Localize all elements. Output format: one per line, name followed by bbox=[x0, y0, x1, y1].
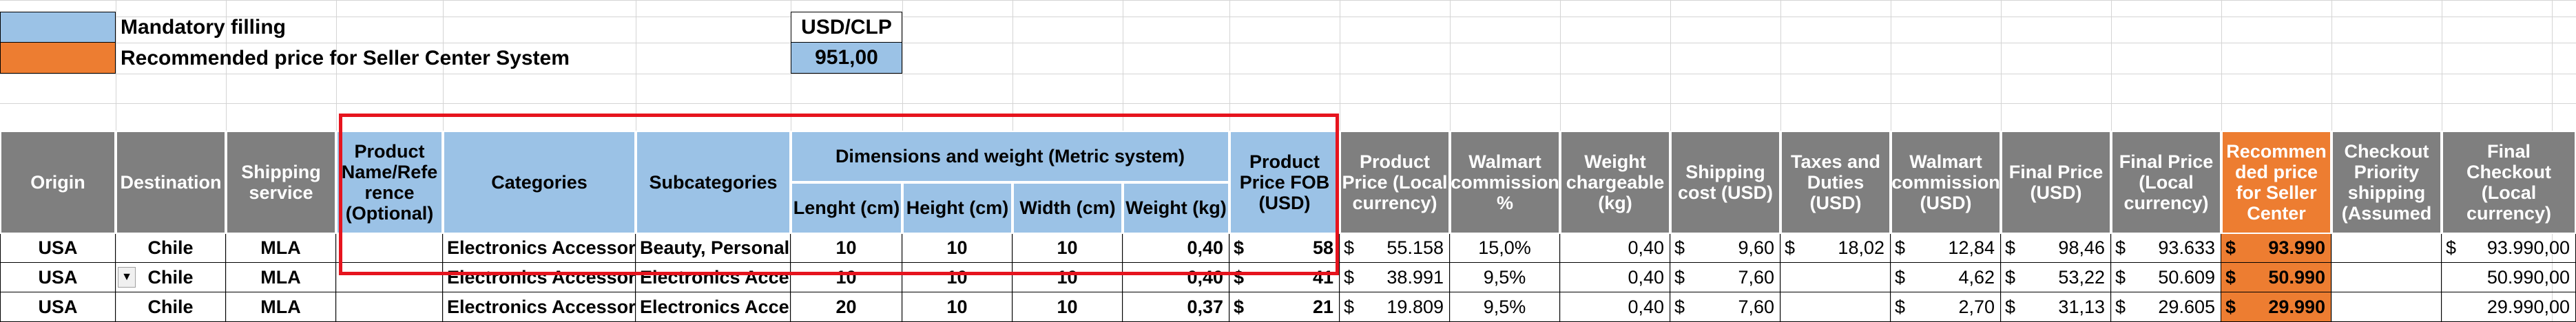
cell-category[interactable]: Electronics Accessories bbox=[443, 234, 636, 263]
header-width[interactable]: Width (cm) bbox=[1012, 182, 1123, 234]
cell-price-fob[interactable]: $58 bbox=[1229, 234, 1340, 263]
cell-commission-usd[interactable]: $4,62 bbox=[1891, 263, 2001, 292]
cell-height[interactable]: 10 bbox=[902, 263, 1012, 292]
cell-final-checkout[interactable]: 29.990,00 bbox=[2442, 292, 2576, 322]
header-destination[interactable]: Destination bbox=[116, 131, 226, 234]
header-height[interactable]: Height (cm) bbox=[902, 182, 1012, 234]
cell-shipping-cost[interactable]: $7,60 bbox=[1670, 292, 1780, 322]
cell-subcategory[interactable]: Electronics Accesso bbox=[636, 263, 791, 292]
rate-value[interactable]: 951,00 bbox=[791, 43, 902, 74]
legend-mandatory-label: Mandatory filling bbox=[121, 16, 286, 39]
cell-final-checkout[interactable]: $93.990,00 bbox=[2442, 234, 2576, 263]
cell-price-local[interactable]: $19.809 bbox=[1340, 292, 1450, 322]
cell-product-name[interactable] bbox=[336, 292, 443, 322]
cell-height[interactable]: 10 bbox=[902, 292, 1012, 322]
cell-recommended[interactable]: $93.990 bbox=[2221, 234, 2331, 263]
cell-width[interactable]: 10 bbox=[1012, 234, 1123, 263]
cell-length[interactable]: 10 bbox=[791, 263, 902, 292]
rate-label: USD/CLP bbox=[791, 12, 902, 43]
header-checkout-priority[interactable]: Checkout Priority shipping (Assumed bbox=[2331, 131, 2442, 234]
header-weight-chargeable[interactable]: Weight chargeable (kg) bbox=[1560, 131, 1670, 234]
cell-service[interactable]: MLA bbox=[226, 234, 336, 263]
header-recommended-price[interactable]: Recommen ded price for Seller Center bbox=[2221, 131, 2331, 234]
cell-commission-pct[interactable]: 15,0% bbox=[1450, 234, 1560, 263]
cell-height[interactable]: 10 bbox=[902, 234, 1012, 263]
cell-checkout[interactable] bbox=[2331, 234, 2442, 263]
cell-width[interactable]: 10 bbox=[1012, 292, 1123, 322]
cell-service[interactable]: MLA bbox=[226, 292, 336, 322]
cell-shipping-cost[interactable]: $9,60 bbox=[1670, 234, 1780, 263]
cell-final-usd[interactable]: $53,22 bbox=[2001, 263, 2111, 292]
cell-width[interactable]: 10 bbox=[1012, 263, 1123, 292]
legend-mandatory-swatch bbox=[0, 12, 116, 43]
cell-product-name[interactable] bbox=[336, 263, 443, 292]
cell-destination[interactable]: Chile bbox=[116, 292, 226, 322]
cell-final-checkout[interactable]: 50.990,00 bbox=[2442, 263, 2576, 292]
cell-subcategory[interactable]: Beauty, Personal C bbox=[636, 234, 791, 263]
cell-weight[interactable]: 0,37 bbox=[1123, 292, 1229, 322]
cell-length[interactable]: 10 bbox=[791, 234, 902, 263]
legend-recommended-label: Recommended price for Seller Center Syst… bbox=[121, 47, 570, 69]
header-final-price-usd[interactable]: Final Price (USD) bbox=[2001, 131, 2111, 234]
cell-length[interactable]: 20 bbox=[791, 292, 902, 322]
cell-weight[interactable]: 0,40 bbox=[1123, 263, 1229, 292]
cell-origin[interactable]: USA bbox=[0, 234, 116, 263]
cell-commission-pct[interactable]: 9,5% bbox=[1450, 263, 1560, 292]
header-origin[interactable]: Origin bbox=[0, 131, 116, 234]
header-price-fob[interactable]: Product Price FOB (USD) bbox=[1229, 131, 1340, 234]
cell-category[interactable]: Electronics Accessories bbox=[443, 263, 636, 292]
cell-origin[interactable]: USA bbox=[0, 263, 116, 292]
cell-final-local[interactable]: $29.605 bbox=[2111, 292, 2221, 322]
table-body: USA Chile MLA Electronics Accessories Be… bbox=[0, 234, 2576, 322]
cell-destination[interactable]: Chile bbox=[116, 234, 226, 263]
cell-weight-chargeable[interactable]: 0,40 bbox=[1560, 234, 1670, 263]
header-final-checkout[interactable]: Final Checkout (Local currency) bbox=[2442, 131, 2576, 234]
cell-recommended[interactable]: $29.990 bbox=[2221, 292, 2331, 322]
cell-price-local[interactable]: $38.991 bbox=[1340, 263, 1450, 292]
cell-weight-chargeable[interactable]: 0,40 bbox=[1560, 263, 1670, 292]
header-dimensions-group[interactable]: Dimensions and weight (Metric system) bbox=[791, 131, 1229, 182]
cell-recommended[interactable]: $50.990 bbox=[2221, 263, 2331, 292]
cell-final-usd[interactable]: $31,13 bbox=[2001, 292, 2111, 322]
cell-subcategory[interactable]: Electronics Accesso bbox=[636, 292, 791, 322]
header-subcategories[interactable]: Subcategories bbox=[636, 131, 791, 234]
cell-price-fob[interactable]: $21 bbox=[1229, 292, 1340, 322]
cell-taxes[interactable] bbox=[1780, 263, 1891, 292]
header-product-name[interactable]: Product Name/Refe rence (Optional) bbox=[336, 131, 443, 234]
header-weight[interactable]: Weight (kg) bbox=[1123, 182, 1229, 234]
header-walmart-commission-usd[interactable]: Walmart commission (USD) bbox=[1891, 131, 2001, 234]
cell-final-local[interactable]: $50.609 bbox=[2111, 263, 2221, 292]
cell-commission-pct[interactable]: 9,5% bbox=[1450, 292, 1560, 322]
cell-weight-chargeable[interactable]: 0,40 bbox=[1560, 292, 1670, 322]
cell-checkout[interactable] bbox=[2331, 292, 2442, 322]
cell-category[interactable]: Electronics Accessories bbox=[443, 292, 636, 322]
cell-price-local[interactable]: $55.158 bbox=[1340, 234, 1450, 263]
header-categories[interactable]: Categories bbox=[443, 131, 636, 234]
header-shipping-service[interactable]: Shipping service bbox=[226, 131, 336, 234]
cell-shipping-cost[interactable]: $7,60 bbox=[1670, 263, 1780, 292]
cell-weight[interactable]: 0,40 bbox=[1123, 234, 1229, 263]
cell-service[interactable]: MLA bbox=[226, 263, 336, 292]
cell-checkout[interactable] bbox=[2331, 263, 2442, 292]
cell-product-name[interactable] bbox=[336, 234, 443, 263]
header-price-local[interactable]: Product Price (Local currency) bbox=[1340, 131, 1450, 234]
header-walmart-commission-pct[interactable]: Walmart commission % bbox=[1450, 131, 1560, 234]
cell-price-fob[interactable]: $41 bbox=[1229, 263, 1340, 292]
cell-commission-usd[interactable]: $12,84 bbox=[1891, 234, 2001, 263]
cell-final-usd[interactable]: $98,46 bbox=[2001, 234, 2111, 263]
cell-origin[interactable]: USA bbox=[0, 292, 116, 322]
cell-final-local[interactable]: $93.633 bbox=[2111, 234, 2221, 263]
dropdown-arrow-icon[interactable]: ▼ bbox=[118, 267, 136, 288]
cell-taxes[interactable] bbox=[1780, 292, 1891, 322]
header-final-price-local[interactable]: Final Price (Local currency) bbox=[2111, 131, 2221, 234]
legend-recommended-swatch bbox=[0, 43, 116, 74]
cell-commission-usd[interactable]: $2,70 bbox=[1891, 292, 2001, 322]
header-taxes[interactable]: Taxes and Duties (USD) bbox=[1780, 131, 1891, 234]
header-length[interactable]: Lenght (cm) bbox=[791, 182, 902, 234]
cell-taxes[interactable]: $18,02 bbox=[1780, 234, 1891, 263]
header-shipping-cost[interactable]: Shipping cost (USD) bbox=[1670, 131, 1780, 234]
